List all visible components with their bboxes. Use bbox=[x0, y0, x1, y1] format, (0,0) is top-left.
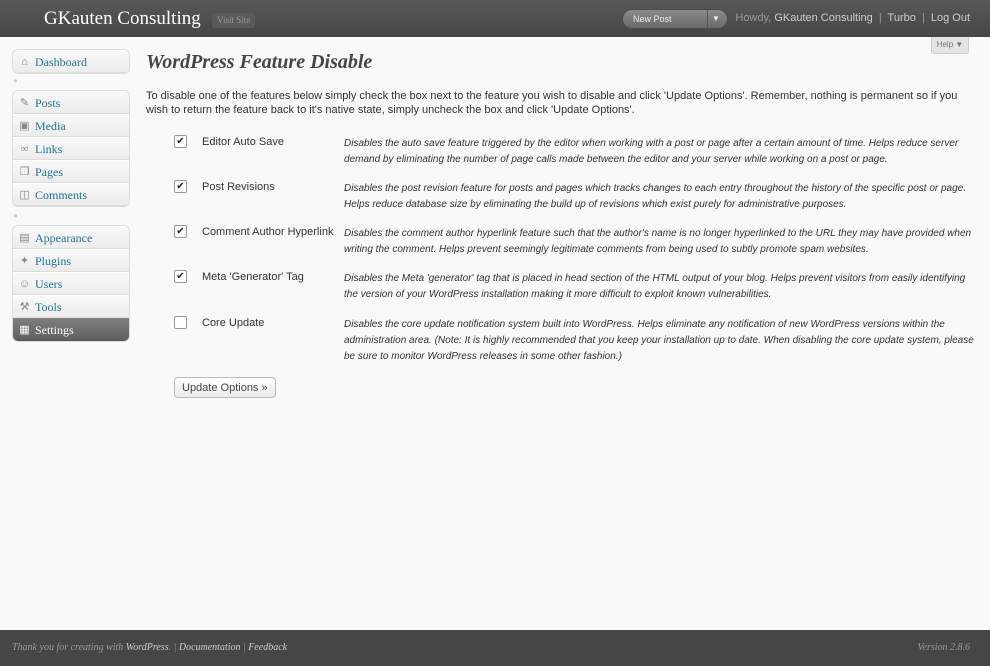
sidebar-group-dashboard: ⌂ Dashboard bbox=[12, 49, 130, 74]
chevron-down-icon[interactable]: ▼ bbox=[712, 14, 720, 23]
menu-separator: ● bbox=[13, 211, 18, 220]
settings-icon: ▦ bbox=[19, 324, 30, 336]
sidebar-item-label: Settings bbox=[35, 323, 74, 337]
wordpress-link[interactable]: WordPress bbox=[126, 642, 169, 653]
sidebar-item-dashboard[interactable]: ⌂ Dashboard bbox=[13, 50, 129, 73]
footer-credits: Thank you for creating with WordPress. |… bbox=[12, 642, 287, 653]
sidebar-item-comments[interactable]: ◫ Comments bbox=[13, 183, 129, 206]
sidebar-item-appearance[interactable]: ▤ Appearance bbox=[13, 226, 129, 249]
feature-name: Core Update bbox=[202, 317, 265, 329]
menu-separator: ● bbox=[13, 76, 18, 85]
separator: | bbox=[921, 12, 925, 24]
separator: | bbox=[243, 642, 246, 653]
howdy-text: Howdy, bbox=[735, 12, 772, 24]
feature-description: Disables the Meta 'generator' tag that i… bbox=[344, 273, 966, 300]
comments-icon: ◫ bbox=[19, 189, 30, 201]
sidebar-item-settings[interactable]: ▦ Settings bbox=[13, 318, 129, 341]
feedback-link[interactable]: Feedback bbox=[248, 642, 287, 653]
sidebar-item-links[interactable]: ∞ Links bbox=[13, 137, 129, 160]
plugins-icon: ✦ bbox=[19, 255, 30, 267]
dashboard-icon: ⌂ bbox=[21, 56, 28, 68]
feature-description: Disables the auto save feature triggered… bbox=[344, 138, 959, 165]
new-post-label[interactable]: New Post bbox=[633, 14, 672, 24]
feature-description: Disables the comment author hyperlink fe… bbox=[344, 228, 972, 255]
page-title: WordPress Feature Disable bbox=[146, 51, 373, 73]
separator: | bbox=[878, 12, 882, 24]
meta-generator-tag-checkbox[interactable]: ✔ bbox=[174, 270, 187, 283]
dropdown-separator bbox=[707, 10, 708, 28]
sidebar-item-label: Posts bbox=[35, 96, 61, 110]
core-update-checkbox[interactable] bbox=[174, 316, 187, 329]
sidebar-item-tools[interactable]: ⚒ Tools bbox=[13, 295, 129, 318]
separator: | bbox=[173, 642, 177, 653]
sidebar-item-media[interactable]: ▣ Media bbox=[13, 114, 129, 137]
feature-name: Comment Author Hyperlink bbox=[202, 226, 334, 238]
sidebar-item-label: Dashboard bbox=[35, 55, 87, 69]
feature-description: Disables the post revision feature for p… bbox=[344, 183, 967, 210]
post-revisions-checkbox[interactable]: ✔ bbox=[174, 180, 187, 193]
logout-link[interactable]: Log Out bbox=[931, 12, 970, 24]
feature-description: Disables the core update notification sy… bbox=[344, 319, 974, 362]
admin-footer: Thank you for creating with WordPress. |… bbox=[0, 630, 990, 666]
turbo-link[interactable]: Turbo bbox=[888, 12, 916, 24]
sidebar-group-admin: ▤ Appearance ✦ Plugins ☺ Users ⚒ Tools ▦… bbox=[12, 225, 130, 342]
sidebar-item-label: Tools bbox=[35, 300, 62, 314]
documentation-link[interactable]: Documentation bbox=[179, 642, 241, 653]
help-button[interactable]: Help ▼ bbox=[931, 37, 969, 54]
sidebar-group-content: ✎ Posts ▣ Media ∞ Links ❐ Pages ◫ Commen… bbox=[12, 90, 130, 207]
sidebar-item-users[interactable]: ☺ Users bbox=[13, 272, 129, 295]
editor-auto-save-checkbox[interactable]: ✔ bbox=[174, 135, 187, 148]
sidebar-item-label: Pages bbox=[35, 165, 63, 179]
sidebar-item-label: Comments bbox=[35, 188, 88, 202]
sidebar-item-label: Plugins bbox=[35, 254, 72, 268]
sidebar-item-pages[interactable]: ❐ Pages bbox=[13, 160, 129, 183]
visit-site-button[interactable]: Visit Site bbox=[212, 13, 256, 28]
comment-author-hyperlink-checkbox[interactable]: ✔ bbox=[174, 225, 187, 238]
intro-text: To disable one of the features below sim… bbox=[146, 90, 958, 116]
posts-icon: ✎ bbox=[19, 97, 30, 109]
update-options-button[interactable]: Update Options » bbox=[174, 377, 276, 398]
footer-thanks: Thank you for creating with bbox=[12, 642, 124, 653]
sidebar-item-label: Media bbox=[35, 119, 66, 133]
appearance-icon: ▤ bbox=[19, 232, 30, 244]
new-post-dropdown[interactable]: New Post ▼ bbox=[622, 9, 728, 29]
media-icon: ▣ bbox=[19, 120, 30, 132]
sidebar-item-label: Users bbox=[35, 277, 63, 291]
user-info: Howdy, GKauten Consulting | Turbo | Log … bbox=[735, 12, 970, 24]
tools-icon: ⚒ bbox=[19, 301, 30, 313]
sidebar-item-label: Appearance bbox=[35, 231, 93, 245]
site-title[interactable]: GKauten Consulting bbox=[44, 8, 201, 30]
version-text: Version 2.8.6 bbox=[917, 642, 971, 653]
admin-header: GKauten Consulting Visit Site New Post ▼… bbox=[0, 0, 990, 37]
user-profile-link[interactable]: GKauten Consulting bbox=[774, 12, 872, 24]
feature-name: Editor Auto Save bbox=[202, 136, 284, 148]
users-icon: ☺ bbox=[18, 278, 31, 290]
feature-name: Meta 'Generator' Tag bbox=[202, 271, 304, 283]
sidebar-item-label: Links bbox=[35, 142, 63, 156]
footer-period: . bbox=[168, 642, 172, 653]
pages-icon: ❐ bbox=[19, 166, 30, 178]
feature-name: Post Revisions bbox=[202, 181, 275, 193]
sidebar-item-plugins[interactable]: ✦ Plugins bbox=[13, 249, 129, 272]
sidebar-item-posts[interactable]: ✎ Posts bbox=[13, 91, 129, 114]
links-icon: ∞ bbox=[20, 143, 29, 155]
